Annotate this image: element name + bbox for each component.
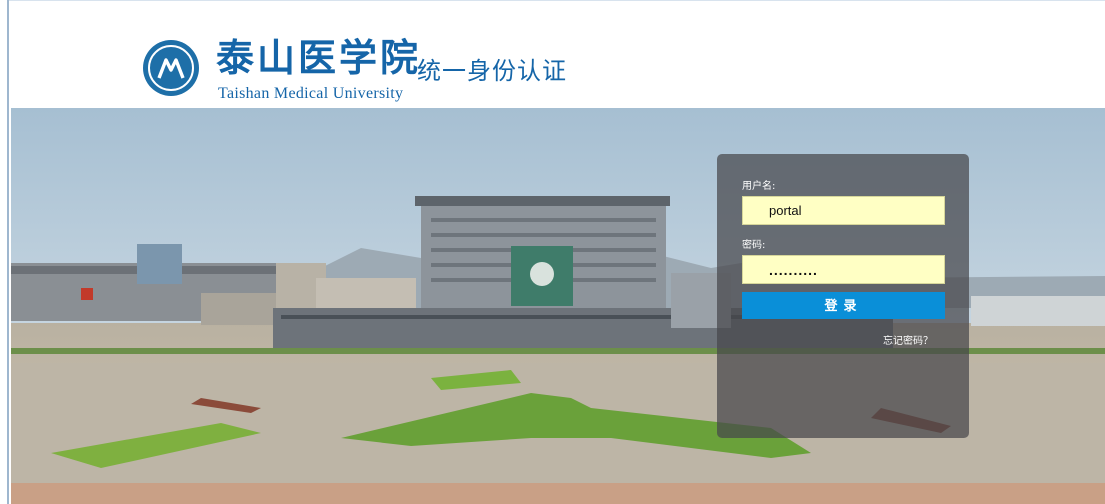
page-header: 泰山医学院 Taishan Medical University 统一身份认证 [9, 10, 1105, 108]
login-panel: 用户名: 密码: 登录 忘记密码？ [717, 154, 969, 438]
username-label: 用户名: [742, 181, 776, 192]
password-label: 密码: [742, 240, 766, 251]
left-page-border [0, 0, 9, 504]
system-title: 统一身份认证 [417, 57, 567, 85]
university-name-chinese: 泰山医学院 [216, 35, 422, 80]
top-border [9, 0, 1105, 10]
university-emblem-icon [143, 40, 199, 96]
university-name-english: Taishan Medical University [218, 85, 404, 102]
login-button[interactable]: 登录 [742, 292, 945, 319]
password-input[interactable] [742, 255, 945, 284]
username-input[interactable] [742, 196, 945, 225]
forgot-password-link[interactable]: 忘记密码？ [883, 335, 933, 349]
